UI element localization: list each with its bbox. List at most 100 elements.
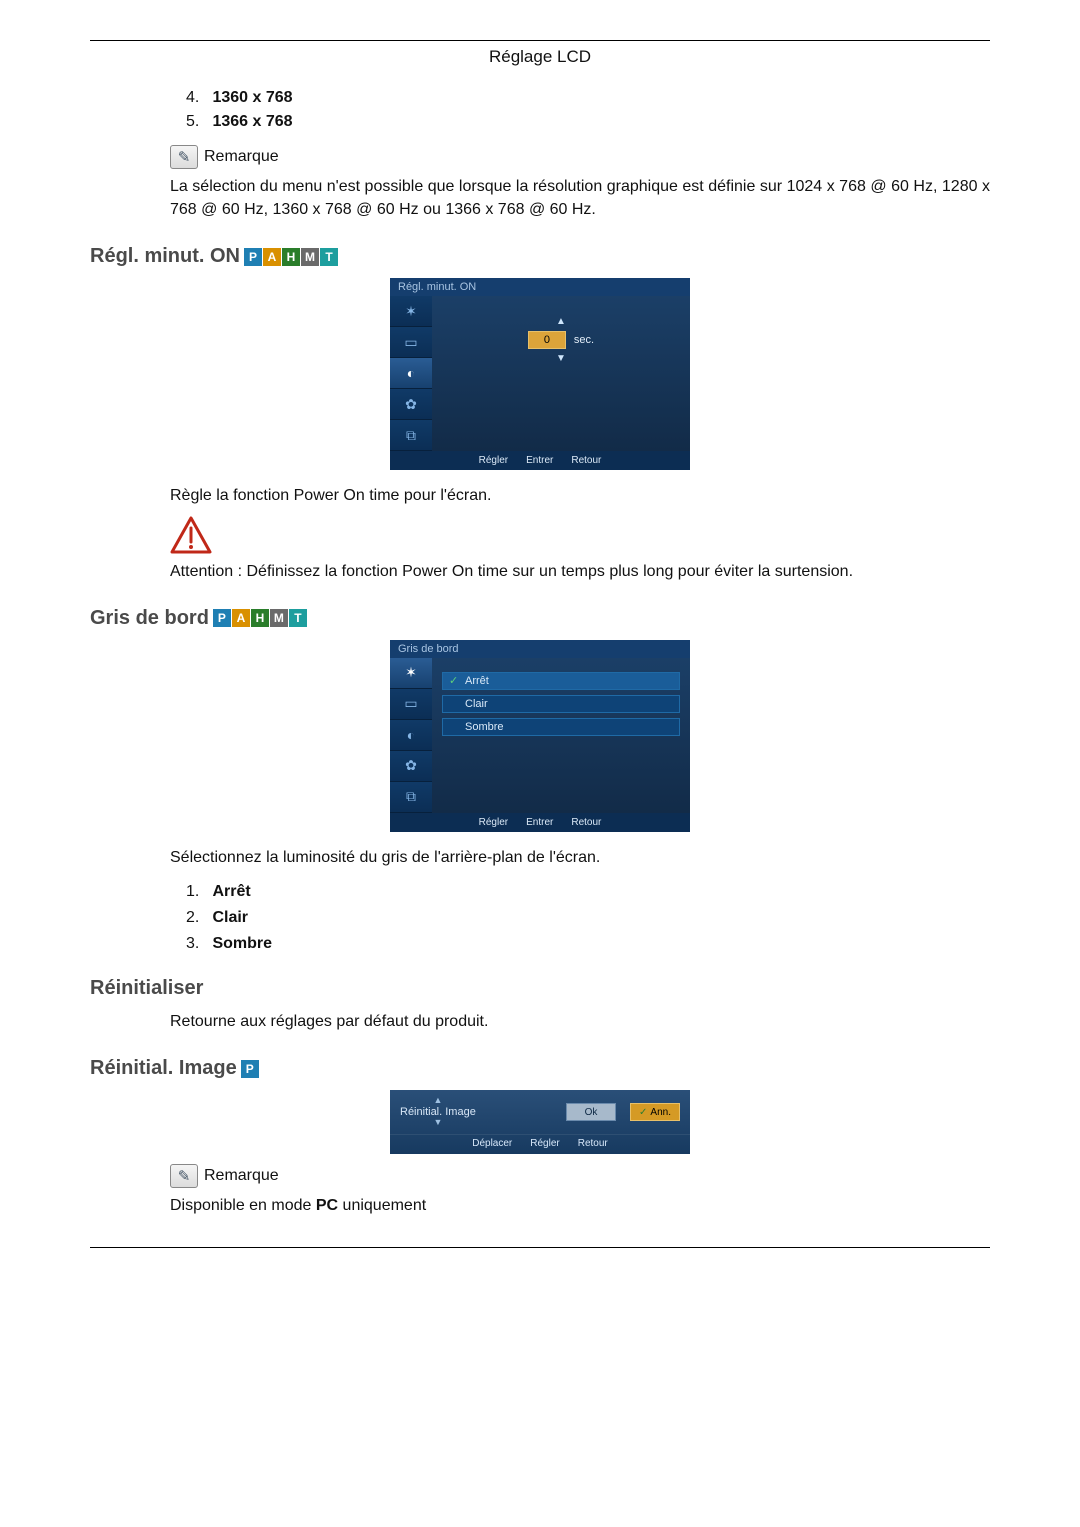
option-clair: Clair (442, 695, 680, 713)
mode-tag-t: T (320, 248, 338, 266)
osd-bar-footer: Déplacer Régler Retour (390, 1134, 690, 1154)
osd-main: ✓ Arrêt Clair Sombre (432, 658, 690, 813)
footer-move: Déplacer (472, 1138, 512, 1149)
arrow-down-icon: ▼ (400, 1118, 476, 1128)
text-pre: Disponible en mode (170, 1197, 316, 1214)
list-number: 3. (186, 935, 208, 953)
reset-description: Retourne aux réglages par défaut du prod… (170, 1010, 990, 1033)
section-reset-image-title: Réinitial. Image P (90, 1057, 990, 1080)
arrow-down-icon: ▼ (556, 353, 566, 364)
osd-footer: Régler Entrer Retour (390, 813, 690, 832)
brightness-icon: ✶ (390, 658, 432, 689)
list-item: 3. Sombre (186, 935, 990, 953)
reset-image-remark: Disponible en mode PC uniquement (170, 1194, 990, 1217)
gear-icon: ✿ (390, 389, 432, 420)
mode-tag-t: T (289, 609, 307, 627)
list-number: 1. (186, 883, 208, 901)
picture-icon: ▭ (390, 689, 432, 720)
section-edge-gray-title: Gris de bord P A H M T (90, 607, 990, 630)
option-sombre: Sombre (442, 718, 680, 736)
mode-tag-h: H (282, 248, 300, 266)
list-number: 5. (186, 113, 208, 131)
list-value: Clair (212, 909, 248, 926)
footer-return: Retour (571, 455, 601, 466)
edge-gray-list: 1. Arrêt 2. Clair 3. Sombre (186, 883, 990, 953)
osd-bar-label: ▲ Réinitial. Image ▼ (400, 1096, 476, 1128)
mode-tag-m: M (301, 248, 319, 266)
list-item: 1. Arrêt (186, 883, 990, 901)
cancel-button: ✓ Ann. (630, 1103, 680, 1121)
spin-value: 0 (528, 331, 566, 349)
power-on-description: Règle la fonction Power On time pour l'é… (170, 484, 990, 507)
timer-icon: ◐ (390, 720, 432, 751)
text-bold: PC (316, 1197, 338, 1214)
osd-reset-image: ▲ Réinitial. Image ▼ Ok ✓ Ann. Déplacer … (390, 1090, 690, 1154)
mode-tag-p: P (241, 1060, 259, 1078)
check-icon: ✓ (449, 674, 459, 687)
osd-sidebar: ✶ ▭ ◐ ✿ ⧉ (390, 296, 432, 451)
mode-tags: P (241, 1060, 260, 1078)
footer-return: Retour (578, 1138, 608, 1149)
edge-gray-description: Sélectionnez la luminosité du gris de l'… (170, 846, 990, 869)
power-on-warning: Attention : Définissez la fonction Power… (170, 560, 990, 583)
osd-footer: Régler Entrer Retour (390, 451, 690, 470)
section-title-text: Gris de bord (90, 607, 209, 630)
page-title: Réglage LCD (90, 47, 990, 67)
option-label: Arrêt (465, 675, 489, 687)
footer-return: Retour (571, 817, 601, 828)
mode-tag-a: A (263, 248, 281, 266)
mode-tags: P A H M T (213, 609, 308, 627)
remark-label: Remarque (204, 148, 279, 166)
list-value: Sombre (212, 935, 272, 952)
section-title-text: Réinitialiser (90, 977, 203, 1000)
footer-adjust: Régler (530, 1138, 559, 1149)
osd-main: ▲ 0 sec. ▼ (432, 296, 690, 451)
section-reset-title: Réinitialiser (90, 977, 990, 1000)
bottom-divider (90, 1247, 990, 1248)
list-item: 4. 1360 x 768 (186, 89, 990, 107)
gear-icon: ✿ (390, 751, 432, 782)
section-title-text: Régl. minut. ON (90, 245, 240, 268)
note-icon: ✎ (170, 145, 198, 169)
mode-tag-h: H (251, 609, 269, 627)
osd-sidebar: ✶ ▭ ◐ ✿ ⧉ (390, 658, 432, 813)
remark-row: ✎ Remarque (170, 145, 990, 169)
mode-tags: P A H M T (244, 248, 339, 266)
option-label: Clair (465, 698, 488, 710)
list-item: 5. 1366 x 768 (186, 113, 990, 131)
note-icon: ✎ (170, 1164, 198, 1188)
footer-adjust: Régler (479, 817, 508, 828)
osd-title: Régl. minut. ON (390, 278, 690, 296)
ok-button: Ok (566, 1103, 616, 1121)
list-number: 4. (186, 89, 208, 107)
warning-icon (170, 516, 990, 554)
input-icon: ⧉ (390, 420, 432, 451)
list-value: 1366 x 768 (212, 113, 292, 130)
footer-enter: Entrer (526, 817, 553, 828)
list-value: 1360 x 768 (212, 89, 292, 106)
input-icon: ⧉ (390, 782, 432, 813)
osd-title: Gris de bord (390, 640, 690, 658)
footer-adjust: Régler (479, 455, 508, 466)
picture-icon: ▭ (390, 327, 432, 358)
osd-edge-gray: Gris de bord ✶ ▭ ◐ ✿ ⧉ ✓ Arrêt Clair (390, 640, 690, 832)
mode-tag-m: M (270, 609, 288, 627)
section-title-text: Réinitial. Image (90, 1057, 237, 1080)
remark-label: Remarque (204, 1167, 279, 1185)
arrow-up-icon: ▲ (400, 1096, 476, 1106)
ok-label: Ok (585, 1107, 598, 1118)
option-arret: ✓ Arrêt (442, 672, 680, 690)
osd-power-on: Régl. minut. ON ✶ ▭ ◐ ✿ ⧉ ▲ 0 sec. ▼ (390, 278, 690, 470)
mode-tag-a: A (232, 609, 250, 627)
spin-unit: sec. (574, 334, 594, 346)
mode-tag-p: P (213, 609, 231, 627)
resolution-list-continued: 4. 1360 x 768 5. 1366 x 768 (186, 89, 990, 131)
list-number: 2. (186, 909, 208, 927)
remark-text: La sélection du menu n'est possible que … (170, 175, 990, 221)
text-post: uniquement (338, 1197, 426, 1214)
section-power-on-title: Régl. minut. ON P A H M T (90, 245, 990, 268)
brightness-icon: ✶ (390, 296, 432, 327)
option-label: Sombre (465, 721, 504, 733)
check-icon: ✓ (639, 1107, 647, 1118)
list-item: 2. Clair (186, 909, 990, 927)
